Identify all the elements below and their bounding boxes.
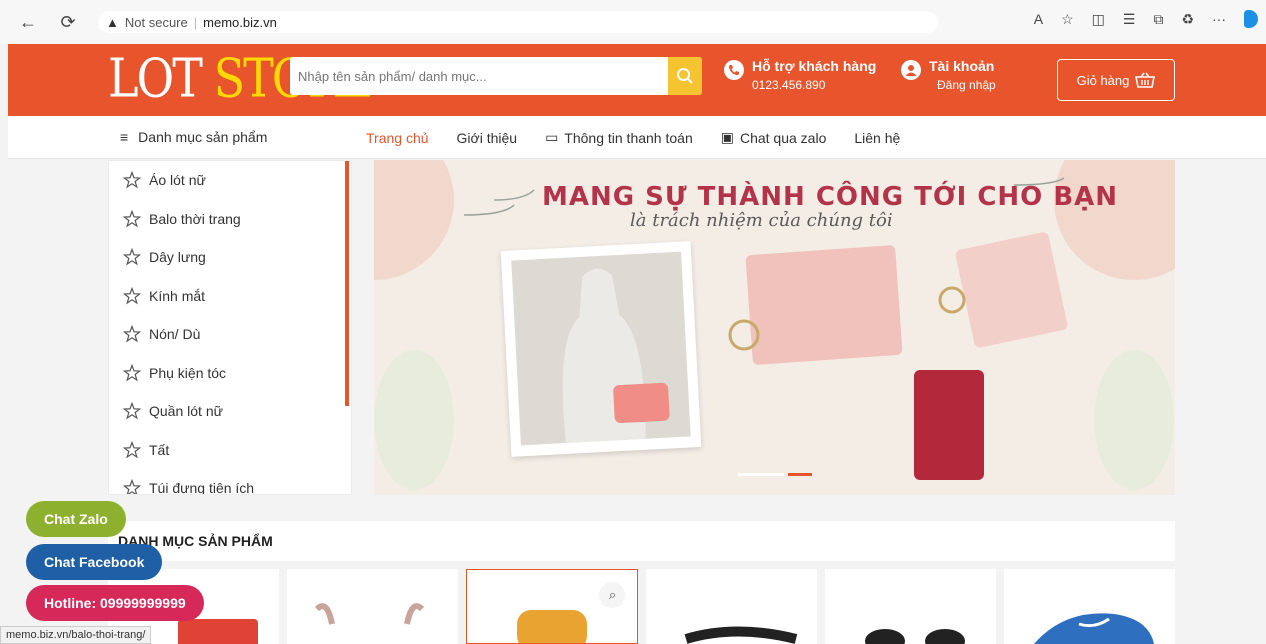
search-button[interactable] — [668, 57, 702, 95]
address-bar[interactable]: ▲ Not secure | memo.biz.vn — [98, 11, 938, 33]
more-icon[interactable]: ··· — [1212, 11, 1226, 27]
product-card[interactable] — [286, 569, 458, 644]
account-title: Tài khoản — [929, 58, 995, 74]
hero-banner[interactable]: MANG SỰ THÀNH CÔNG TỚI CHO BẠN là trách … — [374, 160, 1175, 495]
product-card[interactable] — [646, 569, 818, 644]
banner-title: MANG SỰ THÀNH CÔNG TỚI CHO BẠN — [542, 182, 1119, 212]
hamburger-icon: ≡ — [120, 129, 129, 145]
category-sidebar: Áo lót nữ Balo thời trang Dây lưng Kính … — [108, 160, 352, 495]
user-icon — [901, 60, 921, 80]
search-input[interactable] — [290, 57, 668, 95]
zalo-icon: ▣ — [720, 129, 734, 145]
sidebar-item-ao-lot-nu[interactable]: Áo lót nữ — [109, 161, 351, 200]
section-title: DANH MỤC SẢN PHẨM — [108, 521, 1175, 561]
phone-icon — [724, 60, 744, 80]
search-icon — [677, 68, 693, 84]
star-icon — [123, 248, 141, 266]
product-category-row: ⌕ — [108, 569, 1175, 644]
edge-copilot-icon[interactable] — [1244, 10, 1258, 28]
extensions-icon[interactable]: ♻ — [1181, 11, 1194, 28]
collections-icon[interactable]: ⧉ — [1153, 11, 1163, 28]
login-link[interactable]: Đăng nhập — [937, 78, 996, 92]
refresh-icon[interactable]: ⟳ — [54, 8, 82, 36]
support-block[interactable]: Hỗ trợ khách hàng 0123.456.890 — [724, 58, 876, 92]
sidebar-item-phu-kien-toc[interactable]: Phụ kiện tóc — [109, 354, 351, 393]
site-header: LOT STORE Hỗ trợ khách hàng 0123.456.890… — [8, 44, 1266, 116]
category-label: Danh mục sản phẩm — [138, 129, 268, 145]
sidebar-item-kinh-mat[interactable]: Kính mắt — [109, 277, 351, 316]
star-icon — [123, 479, 141, 494]
star-icon — [123, 286, 141, 305]
main-nav: ≡ Danh mục sản phẩm Trang chủ Giới thiệu… — [8, 116, 1266, 159]
product-card[interactable] — [825, 569, 997, 644]
sidebar-item-day-lung[interactable]: Dây lưng — [109, 238, 351, 277]
status-bar-url: memo.biz.vn/balo-thoi-trang/ — [0, 626, 152, 644]
sidebar-item-tat[interactable]: Tất — [109, 431, 351, 470]
star-icon — [123, 402, 141, 420]
url-text: memo.biz.vn — [203, 14, 277, 30]
nav-item-zalo[interactable]: ▣ Chat qua zalo — [721, 129, 827, 146]
slider-dots — [738, 473, 812, 476]
nav-item-payment[interactable]: ▭ Thông tin thanh toán — [545, 129, 693, 146]
nav-item-about[interactable]: Giới thiệu — [457, 129, 518, 146]
category-menu-button[interactable]: ≡ Danh mục sản phẩm — [120, 129, 267, 145]
cart-label: Giỏ hàng — [1076, 72, 1130, 88]
product-card-balo[interactable]: ⌕ — [465, 569, 639, 644]
star-icon — [123, 440, 141, 459]
star-icon — [123, 171, 141, 189]
search-box — [290, 57, 702, 95]
back-icon[interactable]: ← — [14, 8, 42, 36]
slide-dot-2[interactable] — [788, 473, 812, 476]
browser-actions: A ☆ ◫ ☰ ⧉ ♻ ··· — [1034, 10, 1258, 28]
support-phone: 0123.456.890 — [752, 78, 826, 92]
sidebar-item-quan-lot-nu[interactable]: Quần lót nữ — [109, 392, 351, 431]
star-icon — [123, 363, 141, 382]
security-label: Not secure — [124, 14, 188, 30]
sidebar-item-non-du[interactable]: Nón/ Dù — [109, 315, 351, 354]
split-screen-icon[interactable]: ◫ — [1092, 11, 1105, 28]
favorite-star-icon[interactable]: ☆ — [1061, 11, 1074, 28]
scrollbar[interactable] — [345, 161, 349, 406]
support-title: Hỗ trợ khách hàng — [752, 58, 877, 74]
favorites-list-icon[interactable]: ☰ — [1123, 11, 1136, 28]
sidebar-item-balo-thoi-trang[interactable]: Balo thời trang — [109, 200, 351, 239]
hotline-button[interactable]: Hotline: 09999999999 — [26, 585, 204, 621]
warning-icon: ▲ — [106, 14, 119, 30]
basket-icon — [1135, 72, 1156, 88]
banner-photo — [500, 241, 702, 457]
card-icon: ▭ — [545, 129, 559, 145]
sidebar-item-tui-dung-tien-ich[interactable]: Túi đựng tiện ích — [109, 469, 351, 494]
browser-toolbar: ← ⟳ ▲ Not secure | memo.biz.vn A ☆ ◫ ☰ ⧉… — [0, 0, 1266, 44]
nav-item-contact[interactable]: Liên hệ — [854, 129, 900, 146]
star-icon — [123, 325, 141, 343]
star-icon — [123, 209, 141, 228]
chat-facebook-button[interactable]: Chat Facebook — [26, 544, 163, 580]
product-card[interactable] — [1004, 569, 1175, 644]
nav-item-home[interactable]: Trang chủ — [366, 129, 429, 146]
chat-zalo-button[interactable]: Chat Zalo — [26, 501, 126, 537]
account-block[interactable]: Tài khoản Đăng nhập — [901, 58, 996, 92]
read-aloud-icon[interactable]: A — [1034, 11, 1043, 27]
slide-dot-1[interactable] — [738, 473, 784, 476]
cart-button[interactable]: Giỏ hàng — [1057, 59, 1175, 101]
banner-subtitle: là trách nhiệm của chúng tôi — [630, 210, 893, 231]
divider: | — [193, 14, 198, 30]
